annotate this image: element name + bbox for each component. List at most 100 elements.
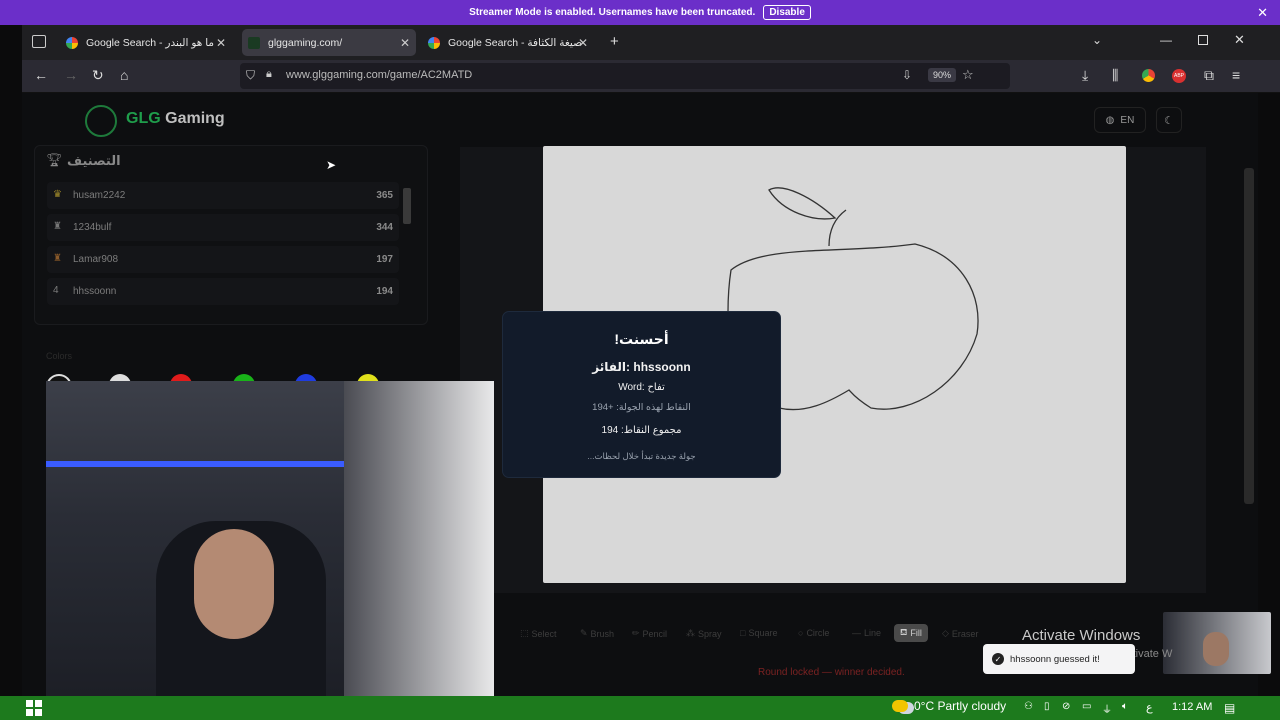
eraser-icon: ◇: [942, 628, 949, 638]
logo-gaming: Gaming: [165, 110, 225, 127]
theme-toggle-button[interactable]: ☾: [1156, 107, 1182, 133]
logo-glg: GLG: [126, 110, 161, 127]
colors-label: Colors: [46, 351, 73, 361]
google-icon: [66, 36, 78, 49]
ranking-panel: 🏆︎ التصنيف ♛ husam2242 365 ♜ 1234bulf 34…: [34, 145, 428, 325]
tool-spray[interactable]: ⁂ Spray: [686, 628, 722, 639]
tab-google-search-2[interactable]: Google Search - صيغة الكثافة ✕: [422, 29, 594, 56]
activate-windows-title: Activate Windows: [1022, 627, 1141, 644]
network-error-icon[interactable]: ⊘: [1062, 701, 1070, 712]
webcam-overlay: [46, 381, 494, 720]
extensions-icon[interactable]: ⧉: [1204, 67, 1214, 84]
weather-widget[interactable]: 0°C Partly cloudy: [892, 699, 1006, 713]
shield-icon[interactable]: ⛉: [246, 68, 255, 83]
chrome-extension-icon[interactable]: [1142, 69, 1155, 82]
adblock-plus-icon[interactable]: ABP: [1172, 69, 1186, 83]
brush-icon: ✎: [580, 628, 588, 638]
tool-label: Spray: [698, 628, 722, 639]
address-bar[interactable]: ⛉ 🔒︎ www.glggaming.com/game/AC2MATD ⇩ 90…: [240, 63, 1010, 89]
banner-close-icon[interactable]: ✕: [1257, 5, 1268, 21]
streamer-face: [194, 529, 274, 639]
taskbar-clock[interactable]: 1:12 AM: [1172, 701, 1212, 713]
restore-icon[interactable]: [1198, 35, 1208, 45]
mouse-cursor-icon: ➤: [326, 158, 337, 172]
modal-word: Word: تفاح: [618, 382, 665, 393]
windows-start-icon[interactable]: [26, 700, 44, 716]
tool-label: Line: [864, 628, 882, 638]
tool-line[interactable]: — Line: [852, 628, 881, 638]
tool-square[interactable]: □ Square: [740, 628, 777, 638]
url-text[interactable]: www.glggaming.com/game/AC2MATD: [286, 69, 472, 81]
new-tab-button[interactable]: +: [610, 33, 619, 50]
tab-close-icon[interactable]: ✕: [400, 36, 410, 50]
tab-close-icon[interactable]: ✕: [578, 36, 588, 50]
fill-bucket-icon: ⛾: [900, 627, 908, 637]
site-logo[interactable]: GLG Gaming: [126, 110, 225, 128]
language-label: EN: [1120, 114, 1135, 126]
trophy-icon: 🏆︎: [46, 152, 63, 167]
ranking-row: 4 hhssoonn 194: [47, 278, 399, 305]
language-button[interactable]: ◍ EN: [1094, 107, 1146, 133]
downloads-icon[interactable]: ⤓: [1082, 67, 1088, 84]
notifications-icon[interactable]: ▤: [1224, 701, 1235, 715]
window-close-icon[interactable]: ✕: [1234, 32, 1245, 48]
tool-brush[interactable]: ✎ Brush: [580, 628, 614, 639]
list-tabs-chevron-icon[interactable]: ⌄: [1092, 33, 1102, 47]
tool-label: Eraser: [951, 628, 979, 639]
ranking-row: ♜ Lamar908 197: [47, 246, 399, 273]
cursor-icon: ⬚: [520, 628, 529, 638]
tab-title: Google Search - صيغة الكثافة: [448, 36, 583, 49]
tool-label: Pencil: [642, 628, 668, 639]
guess-toast: ✓ hhssoonn guessed it!: [983, 644, 1135, 674]
page-scrollbar[interactable]: [1244, 168, 1254, 504]
modal-winner: الفائز: hhssoonn: [592, 360, 691, 374]
disable-button[interactable]: Disable: [763, 5, 811, 20]
ranking-row: ♜ 1234bulf 344: [47, 214, 399, 241]
usb-icon[interactable]: ⏚: [1102, 701, 1112, 716]
tool-circle[interactable]: ○ Circle: [798, 628, 829, 638]
back-icon[interactable]: ←: [34, 67, 48, 83]
tab-title: glggaming.com/: [268, 36, 343, 49]
tool-label: Square: [748, 628, 778, 638]
square-icon: □: [740, 628, 746, 638]
lock-icon[interactable]: 🔒︎: [266, 68, 272, 81]
battery-icon[interactable]: ▭: [1082, 701, 1091, 712]
tab-manager-icon[interactable]: [32, 35, 46, 48]
tool-select[interactable]: ⬚ Select: [520, 628, 557, 639]
tab-glggaming[interactable]: glggaming.com/ ✕: [242, 29, 416, 56]
volume-icon[interactable]: 🔈︎: [1122, 701, 1128, 712]
gamepad-logo-icon[interactable]: [85, 105, 117, 137]
save-page-icon[interactable]: ⇩: [902, 68, 912, 82]
input-method-indicator[interactable]: ع: [1146, 701, 1153, 714]
tab-google-search-1[interactable]: Google Search - ما هو البندر ✕: [60, 29, 232, 56]
player-points: 344: [376, 222, 393, 233]
round-status: Round locked — winner decided.: [758, 667, 905, 678]
mini-webcam: [1163, 612, 1271, 674]
rank-number: 4: [53, 285, 59, 296]
people-icon[interactable]: ⚇: [1024, 701, 1033, 712]
library-icon[interactable]: ⫼: [1112, 67, 1118, 84]
forward-icon[interactable]: →: [64, 67, 78, 83]
pencil-icon: ✏︎: [632, 628, 640, 638]
zoom-level[interactable]: 90%: [928, 68, 957, 82]
tool-eraser[interactable]: ◇ Eraser: [942, 628, 978, 639]
modal-next-round: ...جولة جديدة تبدأ خلال لحظات: [587, 451, 696, 461]
tablet-icon[interactable]: ▯: [1044, 701, 1050, 712]
menu-icon[interactable]: ≡: [1232, 67, 1240, 83]
ranking-scrollbar[interactable]: [403, 188, 411, 224]
ranking-title: التصنيف: [67, 153, 121, 168]
tool-label: Brush: [590, 628, 615, 639]
tab-close-icon[interactable]: ✕: [216, 36, 226, 50]
reload-icon[interactable]: ↻: [92, 67, 104, 84]
tool-pencil[interactable]: ✏︎ Pencil: [632, 628, 667, 639]
home-icon[interactable]: ⌂: [120, 67, 128, 83]
ranking-row: ♛ husam2242 365: [47, 182, 399, 209]
minimize-icon[interactable]: —: [1160, 33, 1172, 47]
trophy-icon: ♜: [53, 221, 62, 232]
check-icon: ✓: [992, 653, 1004, 665]
tool-fill[interactable]: ⛾ Fill: [894, 624, 928, 642]
crown-icon: ♛: [53, 189, 62, 200]
google-icon: [428, 36, 440, 49]
tool-label: Circle: [806, 628, 830, 638]
bookmark-star-icon[interactable]: ☆: [962, 67, 974, 83]
